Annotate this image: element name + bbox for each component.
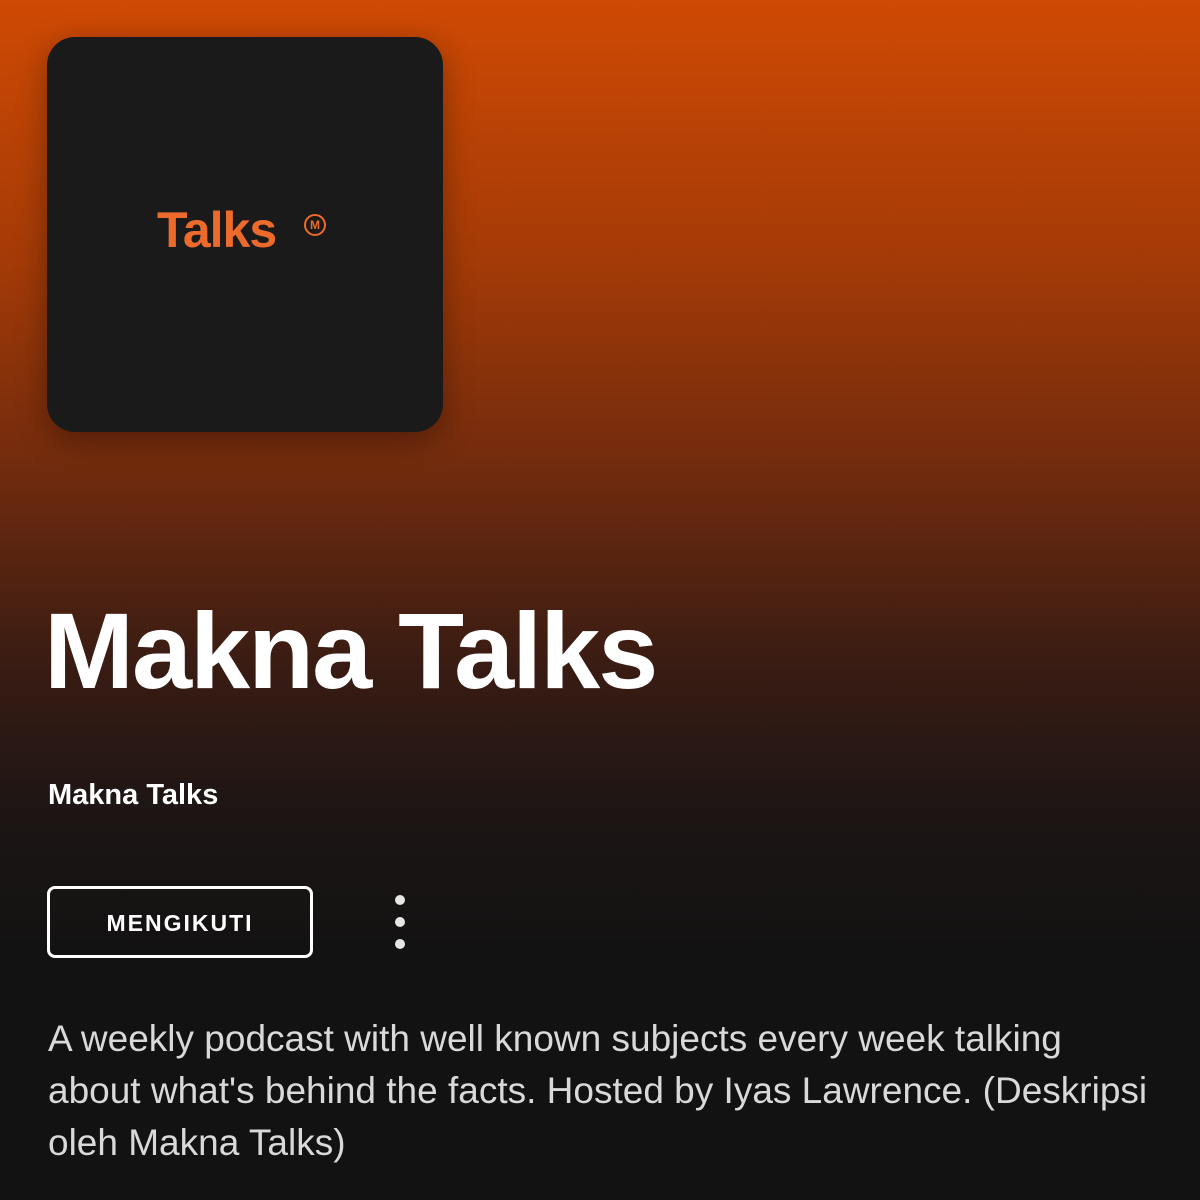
podcast-title: Makna Talks — [44, 590, 658, 711]
more-vertical-icon — [395, 895, 405, 949]
podcast-publisher-link[interactable]: Makna Talks — [48, 778, 218, 813]
follow-button[interactable]: MENGIKUTI — [47, 886, 313, 958]
cover-logo-text: Talks — [157, 202, 277, 258]
more-options-button[interactable] — [380, 888, 420, 958]
podcast-description: A weekly podcast with well known subject… — [48, 1018, 1148, 1163]
cover-logo-mark: M — [304, 214, 326, 236]
